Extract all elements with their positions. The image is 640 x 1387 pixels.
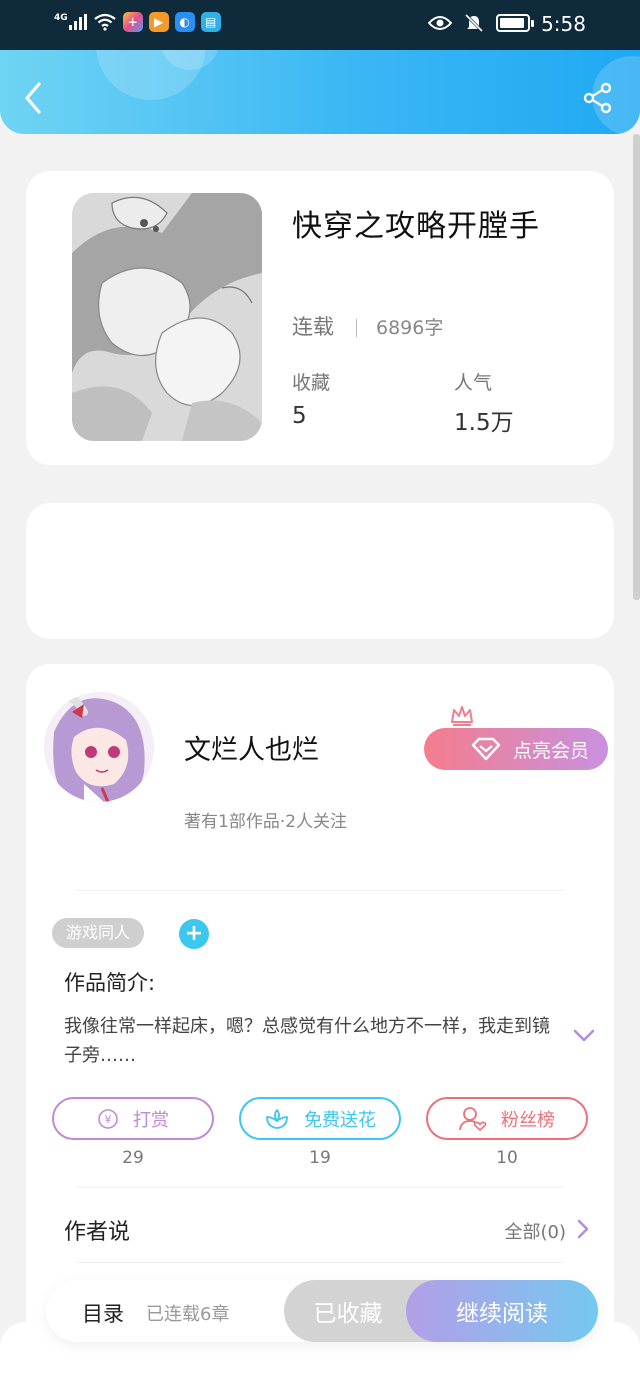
author-card: 文烂人也烂 著有1部作品·2人关注 点亮会员 游戏同人 + 作品简介: 我像往常… <box>26 664 614 1387</box>
book-title: 快穿之攻略开膛手 <box>292 209 540 244</box>
share-button[interactable] <box>582 82 618 118</box>
flower-icon <box>266 1108 288 1129</box>
battery-icon <box>496 14 534 32</box>
top-header <box>0 50 640 134</box>
chapter-count[interactable]: 已连载6章 <box>146 1300 229 1326</box>
fan-ranking-label: 粉丝榜 <box>501 1109 555 1131</box>
popularity-label: 人气 <box>454 372 493 394</box>
fan-ranking-button[interactable]: 粉丝榜 <box>426 1097 588 1140</box>
fan-icon <box>459 1106 487 1131</box>
wifi-icon <box>93 13 116 31</box>
signal-icon: 4G <box>54 14 87 30</box>
status-bar: 4G + ▶ ◐ ▤ 5:58 <box>0 0 640 50</box>
table-of-contents-button[interactable]: 目录 <box>82 1298 124 1328</box>
popularity-value: 1.5万 <box>454 410 514 436</box>
diamond-icon <box>471 737 501 761</box>
send-flower-button[interactable]: 免费送花 <box>239 1097 401 1140</box>
author-name[interactable]: 文烂人也烂 <box>184 728 319 767</box>
continue-reading-label: 继续阅读 <box>456 1301 548 1327</box>
divider <box>76 890 564 891</box>
collected-label: 已收藏 <box>313 1301 383 1327</box>
back-arrow-icon <box>25 82 41 114</box>
flower-count: 19 <box>309 1148 331 1168</box>
divider <box>76 1262 564 1263</box>
favorites-label: 收藏 <box>292 372 331 394</box>
book-info-card: 快穿之攻略开膛手 连载 6896字 收藏 5 人气 1.5万 <box>26 171 614 465</box>
genre-tag[interactable]: 游戏同人 <box>52 918 145 948</box>
status-right-icons <box>428 13 534 33</box>
book-status: 连载 <box>292 315 334 339</box>
add-tag-button[interactable]: + <box>179 919 209 949</box>
app-notification-icon-3: ◐ <box>174 12 195 32</box>
network-type: 4G <box>54 13 68 23</box>
crown-icon <box>451 706 473 726</box>
author-stats: 著有1部作品·2人关注 <box>184 812 348 832</box>
tip-count: 29 <box>122 1148 144 1168</box>
coin-icon: ¥ <box>98 1108 118 1129</box>
plus-icon: + <box>184 921 204 946</box>
app-notification-icon-1: + <box>122 12 143 32</box>
scrollbar[interactable] <box>633 134 640 600</box>
intro-text: 我像往常一样起床，嗯？总感觉有什么地方不一样，我走到镜子旁…… <box>64 1016 550 1066</box>
tip-label: 打赏 <box>133 1109 169 1131</box>
chevron-down-icon[interactable] <box>572 1028 596 1044</box>
continue-reading-button[interactable]: 继续阅读 <box>406 1280 598 1342</box>
book-word-count: 6896字 <box>376 317 444 339</box>
back-button[interactable] <box>18 80 48 116</box>
mute-bell-icon <box>464 13 484 33</box>
chevron-right-icon[interactable] <box>576 1218 590 1240</box>
author-says-title: 作者说 <box>64 1220 131 1245</box>
favorites-value: 5 <box>292 403 307 429</box>
svg-text:¥: ¥ <box>105 1113 112 1126</box>
send-flower-label: 免费送花 <box>304 1109 376 1131</box>
author-says-all-link[interactable]: 全部(0) <box>505 1218 567 1244</box>
author-avatar[interactable] <box>44 692 154 802</box>
clock: 5:58 <box>541 12 586 36</box>
intro-title: 作品简介: <box>64 971 156 995</box>
bottom-action-bar: 目录 已连载6章 已收藏 继续阅读 <box>46 1280 598 1342</box>
app-notification-icon-2: ▶ <box>148 12 169 32</box>
book-cover-image[interactable] <box>72 193 262 441</box>
ad-placeholder-card <box>26 503 614 639</box>
app-notification-icon-4: ▤ <box>200 12 221 32</box>
vip-button[interactable]: 点亮会员 <box>424 728 608 770</box>
status-left-icons: 4G + ▶ ◐ ▤ <box>54 12 221 32</box>
divider <box>76 1187 564 1188</box>
vip-button-label: 点亮会员 <box>512 739 589 762</box>
tip-button[interactable]: ¥ 打赏 <box>52 1097 214 1140</box>
share-icon <box>583 82 612 114</box>
eye-icon <box>428 16 452 30</box>
fan-count: 10 <box>496 1148 518 1168</box>
divider <box>356 319 357 337</box>
